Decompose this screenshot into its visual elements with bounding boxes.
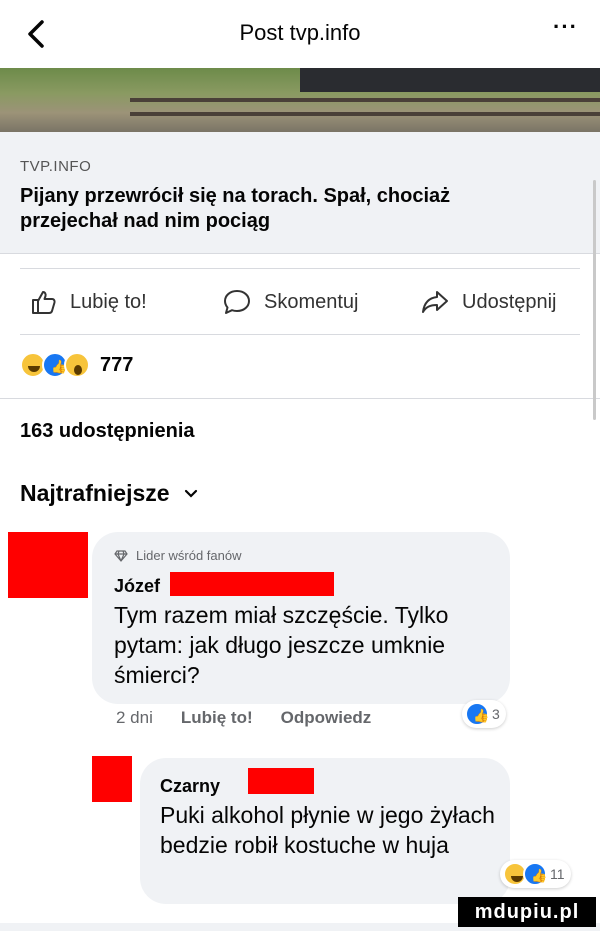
comment-like-link[interactable]: Lubię to! — [181, 708, 253, 728]
sort-label: Najtrafniejsze — [20, 480, 170, 506]
like-label: Lubię to! — [70, 290, 147, 313]
reactions-summary[interactable]: 👍 777 — [20, 352, 133, 378]
shares-count[interactable]: 163 udostępnienia — [20, 420, 195, 443]
watermark-logo: mdupiu.pl — [458, 897, 596, 927]
like-icon: 👍 — [465, 702, 489, 726]
comment-text: Puki alkohol płynie w jego żyłach bedzie… — [160, 802, 495, 858]
rail-line — [130, 112, 600, 116]
comment-reaction-count: 3 — [492, 706, 500, 722]
top-fan-badge: Lider wśród fanów — [114, 548, 242, 563]
page-title: Post tvp.info — [239, 20, 361, 45]
wow-icon — [64, 352, 90, 378]
link-domain: TVP.INFO — [20, 158, 92, 175]
comment-reaction-badge[interactable]: 👍 3 — [462, 700, 506, 728]
comment-time: 2 dni — [116, 708, 153, 727]
comment-author[interactable]: Józef — [114, 576, 160, 597]
avatar[interactable] — [92, 756, 132, 802]
comment-bubble[interactable]: Lider wśród fanów Józef Tym razem miał s… — [92, 532, 510, 704]
action-bar: Lubię to! Skomentuj Udostępnij — [0, 280, 600, 324]
reaction-count: 777 — [100, 353, 134, 376]
train-shape — [300, 68, 600, 92]
link-headline: Pijany przewrócił się na torach. Spał, c… — [20, 185, 451, 232]
like-icon: 👍 — [523, 862, 547, 886]
comment-text: Tym razem miał szczęście. Tylko pytam: j… — [114, 602, 449, 688]
comment-reply-link[interactable]: Odpowiedz — [281, 708, 372, 728]
top-bar: Post tvp.info ··· — [0, 0, 600, 68]
diamond-icon — [114, 549, 128, 562]
redaction-bar — [248, 768, 314, 794]
divider — [0, 398, 600, 399]
like-button[interactable]: Lubię to! — [30, 288, 147, 316]
comment-sort-selector[interactable]: Najtrafniejsze — [20, 480, 198, 507]
link-preview-card[interactable]: TVP.INFO Pijany przewrócił się na torach… — [0, 132, 600, 254]
divider — [20, 268, 580, 269]
comment-author[interactable]: Czarny — [160, 776, 220, 797]
share-button[interactable]: Udostępnij — [420, 288, 557, 316]
thumbs-up-icon — [32, 291, 56, 314]
comment-bubble[interactable]: Czarny Puki alkohol płynie w jego żyłach… — [140, 758, 510, 904]
avatar[interactable] — [8, 532, 88, 598]
comment-label: Skomentuj — [264, 290, 359, 313]
share-icon — [422, 291, 448, 313]
scrollbar[interactable] — [593, 180, 596, 420]
share-label: Udostępnij — [462, 290, 557, 313]
chevron-down-icon — [184, 489, 197, 498]
more-options-icon[interactable]: ··· — [553, 14, 578, 40]
comment-reaction-count: 11 — [550, 866, 565, 882]
comment-reaction-badge[interactable]: 👍 11 — [500, 860, 571, 888]
badge-label: Lider wśród fanów — [136, 548, 242, 563]
divider — [20, 334, 580, 335]
rail-line — [130, 98, 600, 102]
comment-button[interactable]: Skomentuj — [222, 288, 359, 316]
link-preview-image[interactable] — [0, 68, 600, 132]
comment-meta: 2 dni Lubię to! Odpowiedz — [116, 708, 399, 728]
redaction-bar — [170, 572, 334, 596]
comment-icon — [224, 290, 250, 314]
